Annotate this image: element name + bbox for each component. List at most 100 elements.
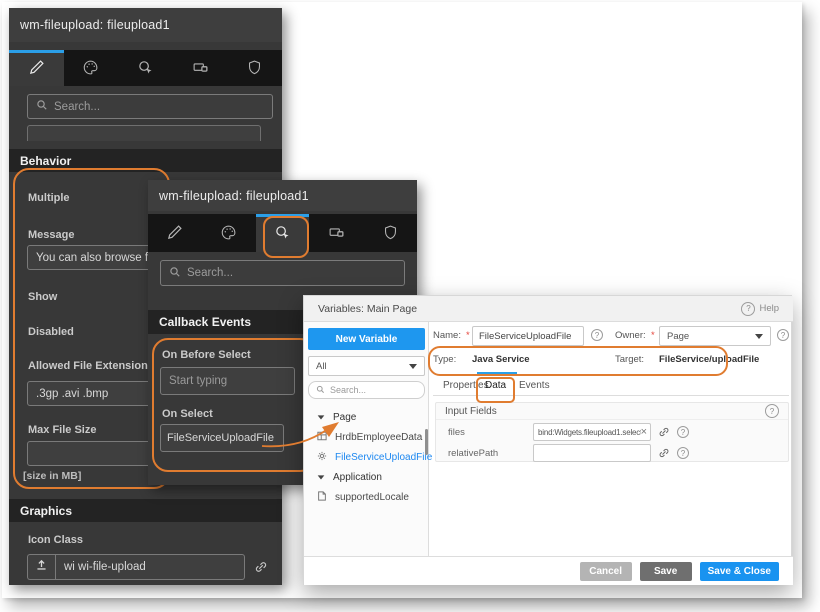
name-help-icon[interactable] xyxy=(591,329,603,341)
panel1-tabbar xyxy=(9,50,282,86)
on-select-label: On Select xyxy=(162,408,213,420)
disabled-label: Disabled xyxy=(28,326,74,338)
events-icon xyxy=(274,224,291,246)
bind-link-icon[interactable] xyxy=(658,447,670,459)
palette-icon xyxy=(82,59,99,81)
pencil-icon xyxy=(28,59,45,81)
input-fields-title: Input Fields xyxy=(445,405,497,417)
tab-styles-palette[interactable] xyxy=(64,50,119,86)
panel1-search-placeholder: Search... xyxy=(54,100,101,113)
devices-icon xyxy=(192,59,209,81)
help-icon xyxy=(741,301,756,316)
tab-security[interactable] xyxy=(363,214,417,252)
files-input[interactable] xyxy=(538,427,641,437)
tab-events[interactable]: Events xyxy=(519,380,550,391)
behavior-section-label: Behavior xyxy=(20,153,72,168)
tab-data[interactable]: Data xyxy=(485,380,506,391)
tree-group-page[interactable]: Page xyxy=(304,408,424,426)
variables-left-column: New Variable All Search... Page HrdbEmpl… xyxy=(304,322,432,556)
on-before-select-input[interactable] xyxy=(160,367,295,395)
events-icon xyxy=(137,59,154,81)
panel2-search-placeholder: Search... xyxy=(187,267,234,279)
behavior-section-header: Behavior xyxy=(9,149,282,172)
relativepath-help-icon[interactable] xyxy=(677,447,689,459)
dialog-footer: Cancel Save Save & Close xyxy=(304,556,793,585)
search-icon xyxy=(169,266,181,281)
bind-link-icon[interactable] xyxy=(658,426,670,438)
tree-item-label: supportedLocale xyxy=(335,491,409,503)
tab-properties-pencil[interactable] xyxy=(9,50,64,86)
tree-item-label: FileServiceUploadFile xyxy=(335,451,433,463)
max-file-size-label: Max File Size xyxy=(28,424,97,436)
expander-icon xyxy=(317,475,325,480)
expander-icon xyxy=(317,415,325,420)
tree-item-label: HrdbEmployeeData xyxy=(335,431,423,443)
files-label: files xyxy=(448,427,465,438)
tree-item-hrdbemployeedata[interactable]: HrdbEmployeeData xyxy=(304,428,424,446)
required-marker: * xyxy=(651,330,655,341)
search-icon xyxy=(316,385,325,396)
show-label: Show xyxy=(28,291,58,303)
devices-icon xyxy=(328,224,345,246)
variables-search-placeholder: Search... xyxy=(330,385,367,395)
tab-styles-palette[interactable] xyxy=(202,214,256,252)
owner-help-icon[interactable] xyxy=(777,329,789,341)
name-label: Name: xyxy=(433,330,461,341)
owner-select[interactable]: Page xyxy=(659,326,771,346)
panel1-search[interactable]: Search... xyxy=(27,94,273,119)
input-fields-help-icon[interactable] xyxy=(765,404,779,418)
required-marker: * xyxy=(466,330,470,341)
screenshot-canvas: wm-fileupload: fileupload1 Search... Beh… xyxy=(0,0,820,612)
table-icon xyxy=(316,430,328,445)
on-select-input[interactable] xyxy=(160,424,284,452)
chevron-down-icon xyxy=(409,363,417,369)
tab-devices[interactable] xyxy=(173,50,228,86)
owner-label: Owner: xyxy=(615,330,646,341)
files-help-icon[interactable] xyxy=(677,426,689,438)
message-label: Message xyxy=(28,229,75,241)
files-bind-box xyxy=(533,423,651,441)
help-label: Help xyxy=(759,303,779,314)
file-upload-icon xyxy=(35,558,48,576)
icon-class-preview xyxy=(27,554,55,580)
tree-scrollbar[interactable] xyxy=(425,429,428,455)
tab-devices[interactable] xyxy=(309,214,363,252)
variables-search[interactable]: Search... xyxy=(308,381,425,399)
name-input[interactable] xyxy=(472,326,584,346)
type-value: Java Service xyxy=(472,354,530,365)
tree-item-supportedlocale[interactable]: supportedLocale xyxy=(304,488,424,506)
tab-events[interactable] xyxy=(255,214,310,252)
relativepath-bind-box xyxy=(533,444,651,462)
tab-properties[interactable]: Properties xyxy=(443,380,489,391)
tree-group-application[interactable]: Application xyxy=(304,468,424,486)
new-variable-button[interactable]: New Variable xyxy=(308,328,425,350)
tab-events[interactable] xyxy=(118,50,173,86)
chevron-down-icon xyxy=(755,333,763,339)
size-in-mb-hint: [size in MB] xyxy=(23,470,82,482)
variable-form-area: Name: * Owner: * Page Type: Java Service… xyxy=(433,326,789,551)
panel1-clipped-field[interactable] xyxy=(27,125,261,141)
panel2-search[interactable]: Search... xyxy=(160,260,405,286)
relativepath-label: relativePath xyxy=(448,448,499,459)
save-close-button[interactable]: Save & Close xyxy=(699,561,779,581)
tab-properties-pencil[interactable] xyxy=(148,214,202,252)
link-icon[interactable] xyxy=(253,559,269,575)
multiple-label: Multiple xyxy=(28,192,70,204)
relativepath-input[interactable] xyxy=(538,448,647,458)
document-icon xyxy=(316,490,328,505)
variable-filter-select[interactable]: All xyxy=(308,356,425,376)
on-before-select-label: On Before Select xyxy=(162,349,251,361)
palette-icon xyxy=(220,224,237,246)
target-value: FileService/uploadFile xyxy=(659,354,760,365)
clear-icon[interactable] xyxy=(641,427,647,438)
tab-security[interactable] xyxy=(227,50,282,86)
help-button[interactable]: Help xyxy=(741,301,779,316)
cancel-button[interactable]: Cancel xyxy=(579,561,632,581)
allowed-file-extensions-label: Allowed File Extensions xyxy=(28,360,154,372)
callback-events-label: Callback Events xyxy=(159,315,252,329)
variables-dialog: Variables: Main Page Help New Variable A… xyxy=(303,295,793,585)
filter-selected-value: All xyxy=(316,360,327,372)
tree-item-fileserviceuploadfile[interactable]: FileServiceUploadFile xyxy=(304,448,432,466)
icon-class-input[interactable] xyxy=(55,554,245,580)
save-button[interactable]: Save xyxy=(639,561,692,581)
